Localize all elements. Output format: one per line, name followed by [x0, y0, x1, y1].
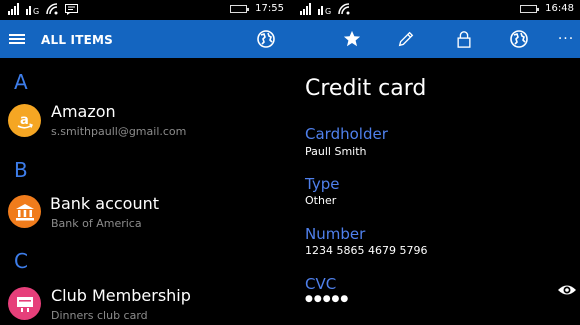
menu-icon[interactable] — [9, 34, 25, 44]
battery-icon — [520, 4, 540, 13]
field-label-cvc: CVC — [305, 275, 337, 293]
status-time: 17:55 — [255, 3, 284, 14]
svg-text:G: G — [33, 7, 39, 15]
item-subtitle: Dinners club card — [51, 309, 148, 322]
globe-icon[interactable] — [507, 27, 531, 51]
app-bar: ALL ITEMS — [0, 20, 290, 58]
status-bar: G 17:55 — [0, 0, 290, 20]
battery-icon — [230, 4, 250, 13]
sim-icon: G — [318, 6, 331, 15]
show-password-eye-icon[interactable] — [557, 282, 577, 298]
field-label-number: Number — [305, 225, 366, 243]
field-label-cardholder: Cardholder — [305, 125, 388, 143]
item-subtitle: s.smithpaull@gmail.com — [51, 125, 187, 138]
star-icon[interactable] — [340, 27, 364, 51]
more-icon[interactable]: ··· — [554, 27, 578, 51]
lock-icon[interactable] — [452, 27, 476, 51]
field-value-number[interactable]: 1234 5865 4679 5796 — [305, 244, 427, 257]
signal-icon — [300, 3, 311, 15]
svg-text:a: a — [20, 113, 29, 128]
globe-icon[interactable] — [256, 29, 276, 49]
section-header-c: C — [14, 249, 28, 273]
message-icon — [65, 3, 78, 15]
item-detail-pane: G 16:48 ··· Credit card Cardholder Paull… — [290, 0, 580, 325]
item-title: Bank account — [50, 194, 160, 213]
items-list-pane: G 17:55 ALL ITEMS A a Amazon s.smithpaul… — [0, 0, 290, 325]
detail-title: Credit card — [305, 76, 427, 101]
section-header-b: B — [14, 158, 28, 182]
wifi-icon — [46, 3, 58, 15]
field-label-type: Type — [305, 175, 340, 193]
bank-icon — [8, 195, 41, 228]
item-title: Amazon — [51, 102, 116, 121]
status-time: 16:48 — [545, 3, 574, 14]
svg-text:G: G — [325, 7, 331, 15]
card-icon — [8, 287, 41, 320]
sim-icon: G — [26, 6, 39, 15]
app-bar — [290, 20, 580, 58]
page-title: ALL ITEMS — [41, 33, 113, 47]
signal-icon — [8, 3, 19, 15]
item-title: Club Membership — [51, 286, 191, 305]
field-value-type[interactable]: Other — [305, 194, 336, 207]
field-value-cvc[interactable]: ●●●●● — [305, 294, 349, 304]
field-value-cardholder[interactable]: Paull Smith — [305, 145, 367, 158]
status-bar: G 16:48 — [290, 0, 580, 20]
section-header-a: A — [14, 70, 28, 94]
amazon-icon: a — [8, 104, 41, 137]
pencil-icon[interactable] — [394, 27, 418, 51]
item-subtitle: Bank of America — [51, 217, 142, 230]
wifi-icon — [338, 3, 350, 15]
